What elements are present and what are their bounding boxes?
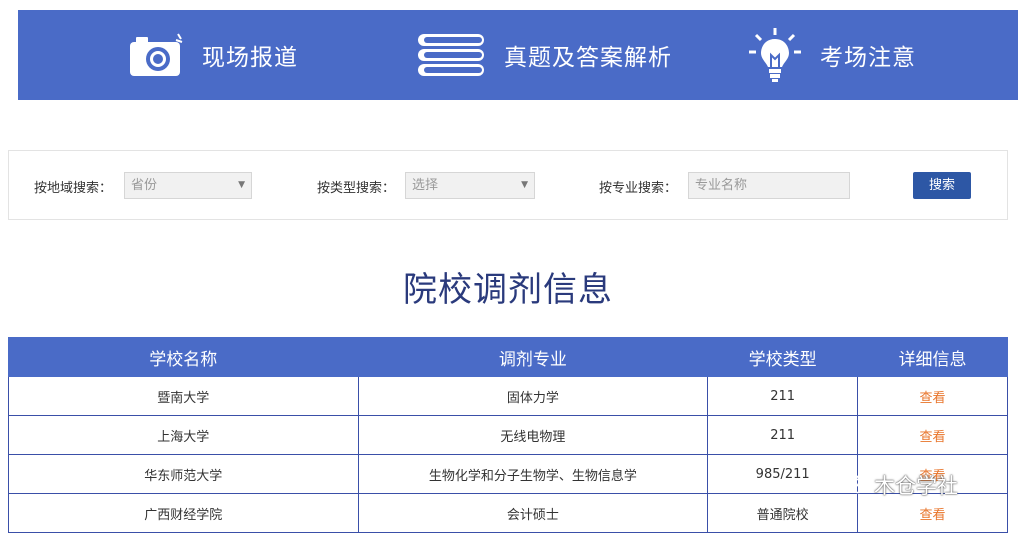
lightbulb-icon xyxy=(748,27,802,83)
top-banner: 现场报道 真题及答案解析 考场注意 xyxy=(18,10,1018,100)
dropdown-arrow-icon: ▼ xyxy=(238,180,245,190)
watermark-text: 木仓学社 xyxy=(874,474,958,498)
dropdown-arrow-icon: ▼ xyxy=(521,180,528,190)
cell-major: 生物化学和分子生物学、生物信息学 xyxy=(357,454,709,494)
nav-item-live-report[interactable]: 现场报道 xyxy=(128,10,298,100)
major-search-label: 按专业搜索： xyxy=(599,181,678,196)
cell-school-name: 上海大学 xyxy=(8,415,359,455)
nav-item-exam-notes[interactable]: 考场注意 xyxy=(748,10,916,100)
table-header-row: 学校名称 调剂专业 学校类型 详细信息 xyxy=(8,337,1008,377)
major-search-input[interactable]: 专业名称 xyxy=(688,172,850,199)
books-icon xyxy=(416,32,486,78)
region-search-label: 按地域搜索： xyxy=(34,181,113,196)
cell-school-type: 985/211 xyxy=(707,454,859,494)
cell-school-name: 广西财经学院 xyxy=(8,493,359,533)
nav-label-live-report: 现场报道 xyxy=(202,45,298,71)
cell-school-type: 普通院校 xyxy=(707,493,859,533)
major-input-placeholder: 专业名称 xyxy=(695,178,748,193)
header-details: 详细信息 xyxy=(857,337,1008,377)
cell-school-type: 211 xyxy=(707,376,859,416)
cell-major: 会计硕士 xyxy=(357,493,709,533)
type-search-label: 按类型搜索： xyxy=(317,181,396,196)
header-school-name: 学校名称 xyxy=(8,337,359,377)
nav-label-exam-notes: 考场注意 xyxy=(820,45,916,71)
nav-label-past-exams: 真题及答案解析 xyxy=(504,45,672,71)
cell-major: 无线电物理 xyxy=(357,415,709,455)
search-panel: 按地域搜索： 省份 ▼ 按类型搜索： 选择 ▼ 按专业搜索： 专业名称 搜索 xyxy=(8,150,1008,220)
region-select[interactable]: 省份 ▼ xyxy=(124,172,252,199)
type-select[interactable]: 选择 ▼ xyxy=(405,172,535,199)
watermark: 木仓学社 xyxy=(838,470,958,500)
table-row: 上海大学 无线电物理 211 查看 xyxy=(8,415,1008,455)
header-school-type: 学校类型 xyxy=(707,337,859,377)
wechat-icon xyxy=(838,471,868,500)
view-details-link[interactable]: 查看 xyxy=(857,376,1008,416)
camera-icon xyxy=(128,32,184,78)
cell-school-type: 211 xyxy=(707,415,859,455)
type-select-value: 选择 xyxy=(412,178,439,193)
header-major: 调剂专业 xyxy=(357,337,709,377)
view-details-link[interactable]: 查看 xyxy=(857,415,1008,455)
cell-school-name: 华东师范大学 xyxy=(8,454,359,494)
page-title: 院校调剂信息 xyxy=(403,270,613,310)
cell-major: 固体力学 xyxy=(357,376,709,416)
table-row: 暨南大学 固体力学 211 查看 xyxy=(8,376,1008,416)
region-select-value: 省份 xyxy=(131,178,158,193)
nav-item-past-exams[interactable]: 真题及答案解析 xyxy=(416,10,672,100)
adjustment-table: 学校名称 调剂专业 学校类型 详细信息 暨南大学 固体力学 211 查看 上海大… xyxy=(8,337,1008,533)
cell-school-name: 暨南大学 xyxy=(8,376,359,416)
search-button[interactable]: 搜索 xyxy=(913,172,971,199)
